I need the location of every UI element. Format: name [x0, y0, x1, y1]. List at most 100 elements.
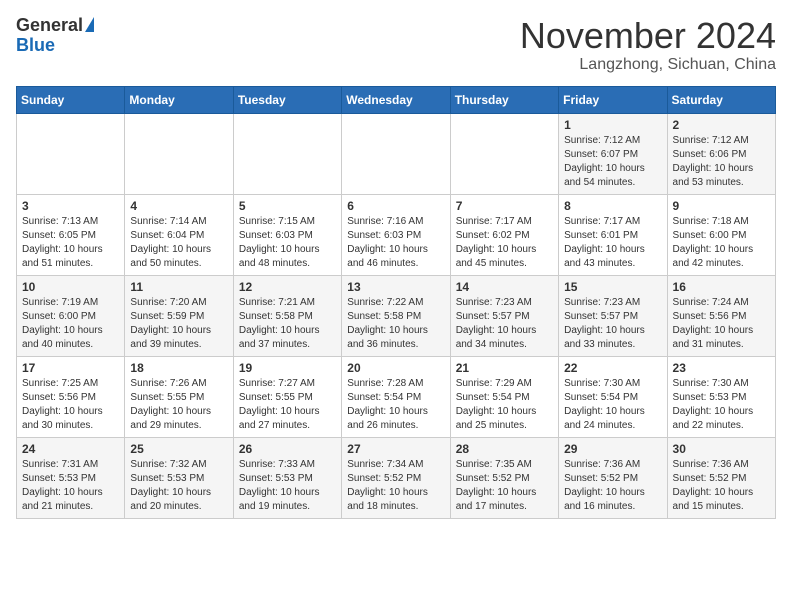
calendar-cell: 29Sunrise: 7:36 AMSunset: 5:52 PMDayligh…	[559, 437, 667, 518]
page-header: General Blue November 2024 Langzhong, Si…	[16, 16, 776, 74]
day-number: 9	[673, 199, 770, 213]
calendar-cell: 10Sunrise: 7:19 AMSunset: 6:00 PMDayligh…	[17, 275, 125, 356]
day-info: Sunrise: 7:27 AMSunset: 5:55 PMDaylight:…	[239, 377, 336, 433]
calendar-cell: 5 Sunrise: 7:15 AMSunset: 6:03 PMDaylight…	[233, 194, 341, 275]
calendar-cell	[342, 113, 450, 194]
day-info: Sunrise: 7:26 AMSunset: 5:55 PMDaylight:…	[130, 377, 227, 433]
day-number: 19	[239, 361, 336, 375]
calendar-cell: 17 Sunrise: 7:25 AMSunset: 5:56 PMDayligh…	[17, 356, 125, 437]
calendar-week-row: 1 Sunrise: 7:12 AMSunset: 6:07 PMDaylight…	[17, 113, 776, 194]
day-number: 26	[239, 442, 336, 456]
calendar-cell	[450, 113, 558, 194]
calendar-cell: 23Sunrise: 7:30 AMSunset: 5:53 PMDayligh…	[667, 356, 775, 437]
day-info: Sunrise: 7:20 AMSunset: 5:59 PMDaylight:…	[130, 296, 227, 352]
calendar-cell: 19 Sunrise: 7:27 AMSunset: 5:55 PMDayligh…	[233, 356, 341, 437]
day-number: 11	[130, 280, 227, 294]
day-number: 24	[22, 442, 119, 456]
calendar-cell: 2 Sunrise: 7:12 AMSunset: 6:06 PMDaylight…	[667, 113, 775, 194]
calendar-cell: 4 Sunrise: 7:14 AMSunset: 6:04 PMDaylight…	[125, 194, 233, 275]
day-info: Sunrise: 7:22 AMSunset: 5:58 PMDaylight:…	[347, 296, 444, 352]
day-info: Sunrise: 7:34 AMSunset: 5:52 PMDaylight:…	[347, 458, 444, 514]
day-number: 28	[456, 442, 553, 456]
day-info: Sunrise: 7:15 AMSunset: 6:03 PMDaylight:…	[239, 215, 336, 271]
calendar-cell: 26 Sunrise: 7:33 AMSunset: 5:53 PMDayligh…	[233, 437, 341, 518]
calendar-cell: 18 Sunrise: 7:26 AMSunset: 5:55 PMDayligh…	[125, 356, 233, 437]
day-info: Sunrise: 7:16 AMSunset: 6:03 PMDaylight:…	[347, 215, 444, 271]
day-info: Sunrise: 7:12 AMSunset: 6:07 PMDaylight:…	[564, 134, 661, 190]
day-number: 27	[347, 442, 444, 456]
calendar-cell: 12 Sunrise: 7:21 AMSunset: 5:58 PMDayligh…	[233, 275, 341, 356]
day-info: Sunrise: 7:14 AMSunset: 6:04 PMDaylight:…	[130, 215, 227, 271]
calendar-cell: 28Sunrise: 7:35 AMSunset: 5:52 PMDayligh…	[450, 437, 558, 518]
calendar-cell: 16 Sunrise: 7:24 AMSunset: 5:56 PMDayligh…	[667, 275, 775, 356]
day-info: Sunrise: 7:17 AMSunset: 6:01 PMDaylight:…	[564, 215, 661, 271]
calendar-cell: 15 Sunrise: 7:23 AMSunset: 5:57 PMDayligh…	[559, 275, 667, 356]
day-info: Sunrise: 7:17 AMSunset: 6:02 PMDaylight:…	[456, 215, 553, 271]
day-number: 20	[347, 361, 444, 375]
calendar-cell	[125, 113, 233, 194]
calendar-cell: 25Sunrise: 7:32 AMSunset: 5:53 PMDayligh…	[125, 437, 233, 518]
day-info: Sunrise: 7:36 AMSunset: 5:52 PMDaylight:…	[564, 458, 661, 514]
calendar-cell: 22Sunrise: 7:30 AMSunset: 5:54 PMDayligh…	[559, 356, 667, 437]
calendar-cell: 21Sunrise: 7:29 AMSunset: 5:54 PMDayligh…	[450, 356, 558, 437]
calendar-cell: 6 Sunrise: 7:16 AMSunset: 6:03 PMDaylight…	[342, 194, 450, 275]
location: Langzhong, Sichuan, China	[520, 56, 776, 74]
day-number: 8	[564, 199, 661, 213]
weekday-header-friday: Friday	[559, 86, 667, 113]
day-info: Sunrise: 7:23 AMSunset: 5:57 PMDaylight:…	[564, 296, 661, 352]
day-number: 15	[564, 280, 661, 294]
calendar-cell: 24 Sunrise: 7:31 AMSunset: 5:53 PMDayligh…	[17, 437, 125, 518]
calendar-week-row: 3Sunrise: 7:13 AMSunset: 6:05 PMDaylight…	[17, 194, 776, 275]
day-info: Sunrise: 7:12 AMSunset: 6:06 PMDaylight:…	[673, 134, 770, 190]
day-number: 18	[130, 361, 227, 375]
day-info: Sunrise: 7:25 AMSunset: 5:56 PMDaylight:…	[22, 377, 119, 433]
day-info: Sunrise: 7:33 AMSunset: 5:53 PMDaylight:…	[239, 458, 336, 514]
day-info: Sunrise: 7:19 AMSunset: 6:00 PMDaylight:…	[22, 296, 119, 352]
day-number: 5	[239, 199, 336, 213]
day-info: Sunrise: 7:21 AMSunset: 5:58 PMDaylight:…	[239, 296, 336, 352]
day-number: 17	[22, 361, 119, 375]
day-number: 23	[673, 361, 770, 375]
weekday-header-tuesday: Tuesday	[233, 86, 341, 113]
day-number: 12	[239, 280, 336, 294]
weekday-header-sunday: Sunday	[17, 86, 125, 113]
calendar-cell	[17, 113, 125, 194]
day-number: 22	[564, 361, 661, 375]
calendar-week-row: 24 Sunrise: 7:31 AMSunset: 5:53 PMDayligh…	[17, 437, 776, 518]
day-number: 6	[347, 199, 444, 213]
calendar-cell: 11 Sunrise: 7:20 AMSunset: 5:59 PMDayligh…	[125, 275, 233, 356]
weekday-header-monday: Monday	[125, 86, 233, 113]
calendar-cell: 30 Sunrise: 7:36 AMSunset: 5:52 PMDayligh…	[667, 437, 775, 518]
calendar-cell: 20Sunrise: 7:28 AMSunset: 5:54 PMDayligh…	[342, 356, 450, 437]
weekday-header-thursday: Thursday	[450, 86, 558, 113]
day-number: 13	[347, 280, 444, 294]
day-info: Sunrise: 7:29 AMSunset: 5:54 PMDaylight:…	[456, 377, 553, 433]
weekday-header-wednesday: Wednesday	[342, 86, 450, 113]
month-title: November 2024	[520, 16, 776, 56]
day-number: 16	[673, 280, 770, 294]
calendar-cell: 7 Sunrise: 7:17 AMSunset: 6:02 PMDaylight…	[450, 194, 558, 275]
calendar-cell: 14Sunrise: 7:23 AMSunset: 5:57 PMDayligh…	[450, 275, 558, 356]
day-number: 2	[673, 118, 770, 132]
calendar-cell: 8 Sunrise: 7:17 AMSunset: 6:01 PMDaylight…	[559, 194, 667, 275]
weekday-header-saturday: Saturday	[667, 86, 775, 113]
calendar-cell	[233, 113, 341, 194]
calendar-cell: 27 Sunrise: 7:34 AMSunset: 5:52 PMDayligh…	[342, 437, 450, 518]
day-number: 7	[456, 199, 553, 213]
day-info: Sunrise: 7:31 AMSunset: 5:53 PMDaylight:…	[22, 458, 119, 514]
title-block: November 2024 Langzhong, Sichuan, China	[520, 16, 776, 74]
day-info: Sunrise: 7:24 AMSunset: 5:56 PMDaylight:…	[673, 296, 770, 352]
calendar-cell: 1 Sunrise: 7:12 AMSunset: 6:07 PMDaylight…	[559, 113, 667, 194]
day-info: Sunrise: 7:36 AMSunset: 5:52 PMDaylight:…	[673, 458, 770, 514]
day-info: Sunrise: 7:18 AMSunset: 6:00 PMDaylight:…	[673, 215, 770, 271]
logo: General Blue	[16, 16, 94, 56]
day-info: Sunrise: 7:32 AMSunset: 5:53 PMDaylight:…	[130, 458, 227, 514]
calendar-week-row: 17 Sunrise: 7:25 AMSunset: 5:56 PMDayligh…	[17, 356, 776, 437]
calendar-table: SundayMondayTuesdayWednesdayThursdayFrid…	[16, 86, 776, 519]
weekday-header-row: SundayMondayTuesdayWednesdayThursdayFrid…	[17, 86, 776, 113]
day-number: 30	[673, 442, 770, 456]
day-number: 14	[456, 280, 553, 294]
day-number: 4	[130, 199, 227, 213]
day-number: 1	[564, 118, 661, 132]
day-number: 3	[22, 199, 119, 213]
